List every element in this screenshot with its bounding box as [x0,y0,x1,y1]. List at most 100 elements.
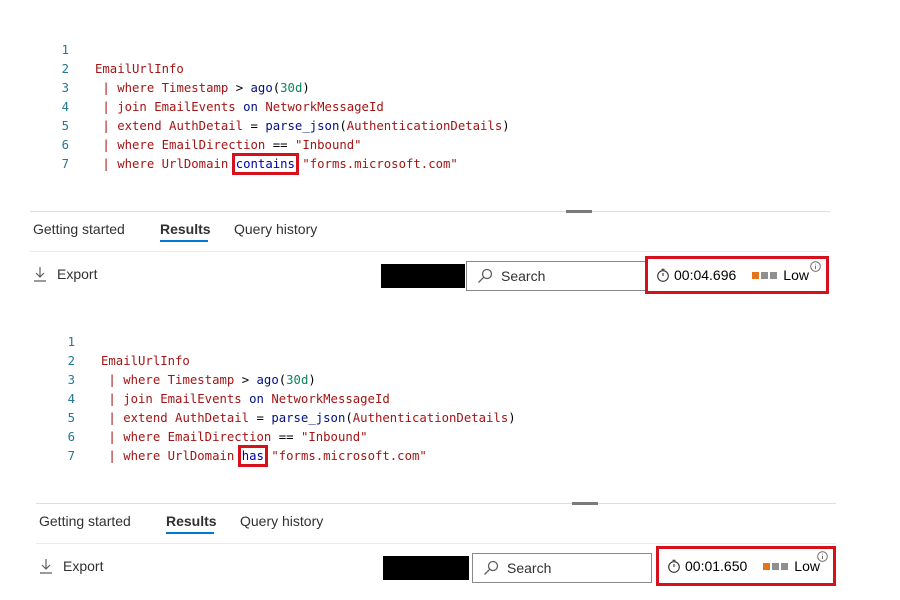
tabs-divider [30,251,830,252]
function: parse_json [265,119,340,133]
number: 30d [286,373,309,387]
table-name: EmailUrlInfo [95,62,184,76]
tab-results[interactable]: Results [160,221,211,237]
code-line-5: 5 | where EmailDirection == "Inbound" [61,390,368,444]
string-literal: "Inbound" [300,430,368,444]
code-line-6: 6 | where UrlDomain has "forms.microsoft… [61,409,427,467]
keyword-on: on [243,100,258,114]
paren: ) [502,119,510,133]
query-stats-highlight: 00:01.650 Low [656,546,836,586]
query-editor[interactable]: 1 EmailUrlInfo 2 | where Timestamp > ago… [55,22,510,175]
redacted-area [383,556,469,580]
string-literal: "Inbound" [294,138,362,152]
code-line-2: 2 | where Timestamp > ago(30d) [61,333,316,387]
keyword-on: on [249,392,264,406]
keyword: join [123,392,153,406]
line-number: 7 [61,157,69,171]
perf-bar-2 [761,271,769,279]
line-number: 7 [67,449,75,463]
info-icon[interactable] [817,551,828,562]
field: AuthDetail [175,411,250,425]
performance-level: Low [783,267,809,283]
highlighted-operator-contains: contains [231,153,299,175]
paren: ) [302,81,310,95]
code-line-1: 1 EmailUrlInfo [55,22,184,76]
search-icon [478,268,493,283]
stopwatch-icon [657,268,669,282]
field: UrlDomain [161,157,229,171]
pipe: | [108,449,116,463]
tab-getting-started[interactable]: Getting started [39,513,131,529]
pipe: | [108,430,116,444]
tab-results[interactable]: Results [166,513,217,529]
search-box[interactable]: Search [472,553,652,583]
field: Timestamp [161,81,229,95]
tab-query-history[interactable]: Query history [240,513,323,529]
function: parse_json [271,411,346,425]
paren: ) [508,411,516,425]
table-name: EmailUrlInfo [101,354,190,368]
query-duration: 00:01.650 [685,558,748,574]
redacted-area [381,264,465,288]
pipe: | [108,373,116,387]
keyword: extend [123,411,168,425]
field: UrlDomain [167,449,235,463]
pane-splitter[interactable] [30,211,830,212]
paren: ) [308,373,316,387]
search-input[interactable]: Search [501,268,545,284]
info-icon[interactable] [810,261,821,272]
pipe: | [102,138,110,152]
export-button[interactable]: Export [39,558,103,574]
field: EmailDirection [161,138,266,152]
query-panel-has: 1 EmailUrlInfo 2 | where Timestamp > ago… [6,292,900,592]
code-line-5: 5 | where EmailDirection == "Inbound" [55,98,362,152]
table-name: EmailEvents [160,392,242,406]
code-line-4: 4 | extend AuthDetail = parse_json(Authe… [55,79,510,133]
stopwatch-icon [668,559,680,573]
splitter-grip[interactable] [566,210,592,213]
keyword: where [123,373,161,387]
export-button[interactable]: Export [33,266,97,282]
query-panel-contains: 1 EmailUrlInfo 2 | where Timestamp > ago… [0,0,900,300]
paren: ( [339,119,347,133]
keyword: where [123,449,161,463]
operator: == [278,430,294,444]
download-icon [40,559,52,574]
pipe: | [108,392,116,406]
code-line-6: 6 | where UrlDomain contains "forms.micr… [55,117,458,175]
highlighted-operator-has: has [237,445,268,467]
keyword: where [123,430,161,444]
performance-bars [763,562,789,570]
field: NetworkMessageId [271,392,390,406]
keyword: where [117,157,155,171]
string-literal: "forms.microsoft.com" [302,157,458,171]
operator: = [256,411,264,425]
download-icon [34,267,46,282]
tab-query-history[interactable]: Query history [234,221,317,237]
pane-splitter[interactable] [36,503,836,504]
query-editor[interactable]: 1 EmailUrlInfo 2 | where Timestamp > ago… [61,314,516,467]
field: AuthenticationDetails [352,411,509,425]
field: NetworkMessageId [265,100,384,114]
splitter-grip[interactable] [572,502,598,505]
field: AuthenticationDetails [346,119,503,133]
perf-bar-1 [763,562,771,570]
operator: > [235,81,244,95]
search-box[interactable]: Search [466,261,648,291]
pipe: | [102,81,110,95]
keyword: extend [117,119,162,133]
search-input[interactable]: Search [507,560,551,576]
perf-bar-3 [770,271,778,279]
export-label: Export [63,558,104,574]
field: AuthDetail [169,119,244,133]
table-name: EmailEvents [154,100,236,114]
paren: ( [345,411,353,425]
string-literal: "forms.microsoft.com" [271,449,427,463]
keyword: where [117,138,155,152]
tab-active-indicator [160,240,208,242]
code-line-4: 4 | extend AuthDetail = parse_json(Authe… [61,371,516,425]
function: ago [256,373,279,387]
perf-bar-2 [772,562,780,570]
tab-getting-started[interactable]: Getting started [33,221,125,237]
operator: > [241,373,250,387]
